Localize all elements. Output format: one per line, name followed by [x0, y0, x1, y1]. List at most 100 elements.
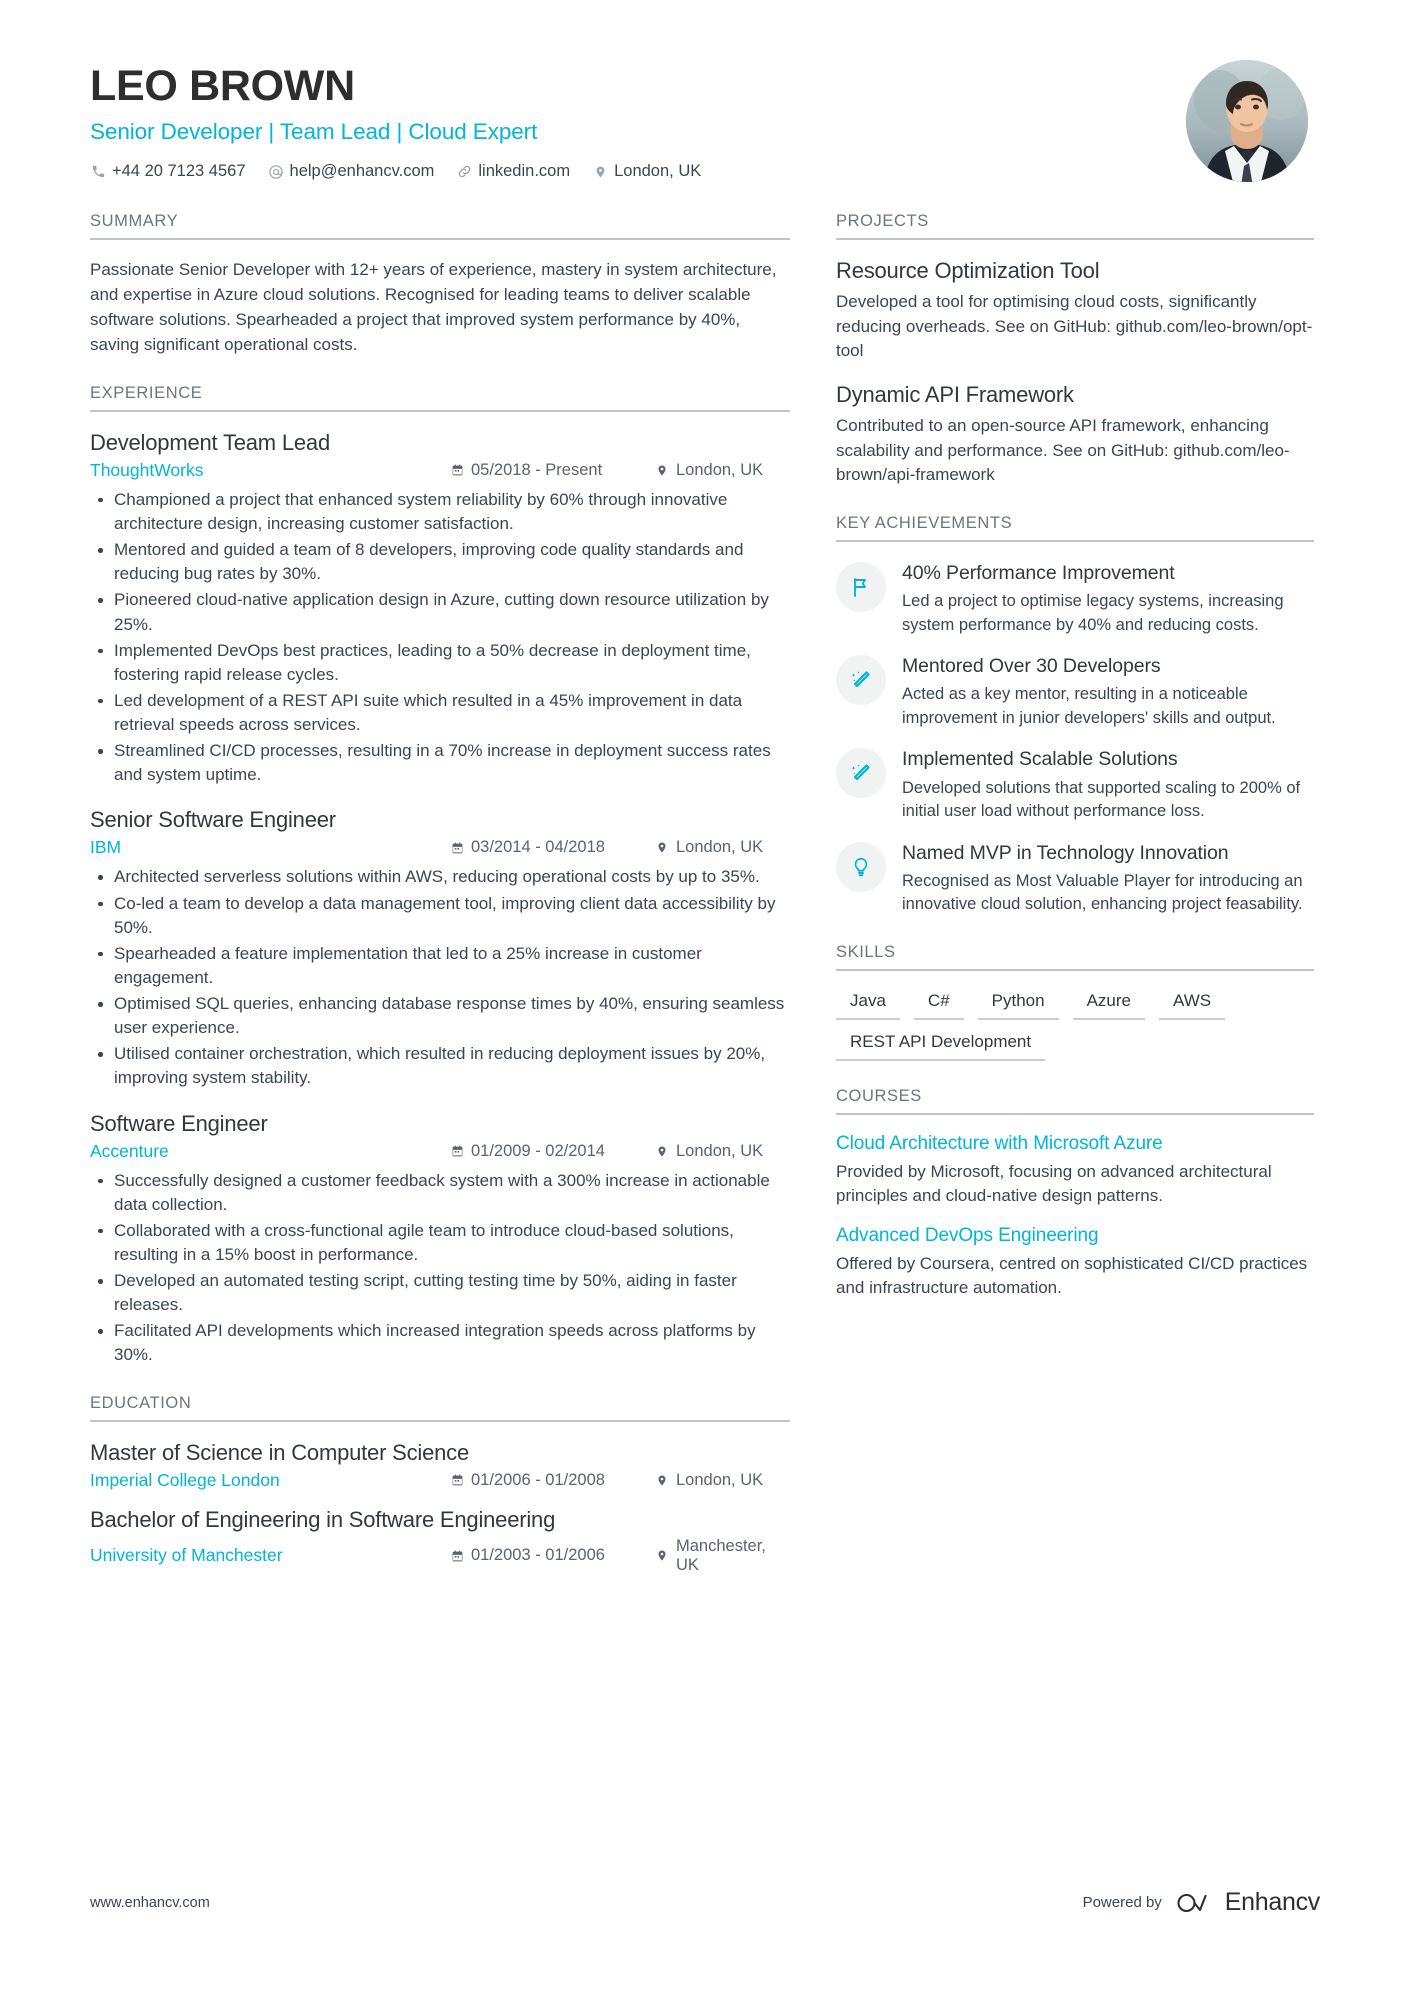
list-item: Spearheaded a feature implementation tha… — [90, 942, 790, 990]
summary-text: Passionate Senior Developer with 12+ yea… — [90, 260, 777, 354]
achievement-entry: Mentored Over 30 Developers Acted as a k… — [836, 653, 1314, 730]
projects-heading: PROJECTS — [836, 212, 1314, 240]
section-summary: SUMMARY Passionate Senior Developer with… — [90, 212, 790, 358]
enhancv-logo: Enhancv — [1176, 1888, 1320, 1917]
education-entry: Bachelor of Engineering in Software Engi… — [90, 1507, 790, 1575]
list-item: Implemented DevOps best practices, leadi… — [90, 639, 790, 687]
summary-heading: SUMMARY — [90, 212, 790, 240]
education-location: Manchester, UK — [655, 1537, 790, 1575]
footer-branding: Powered by Enhancv — [1083, 1888, 1321, 1917]
experience-entry: Senior Software Engineer IBM 03/2014 - 0… — [90, 807, 790, 1090]
list-item: Architected serverless solutions within … — [90, 865, 790, 889]
enhancv-wordmark: Enhancv — [1224, 1888, 1321, 1916]
footer-url[interactable]: www.enhancv.com — [90, 1895, 210, 1911]
location-icon — [655, 1144, 669, 1159]
list-item: Optimised SQL queries, enhancing databas… — [90, 992, 790, 1040]
course-description: Provided by Microsoft, focusing on advan… — [836, 1161, 1272, 1206]
job-date-text: 03/2014 - 04/2018 — [471, 838, 605, 857]
education-meta: University of Manchester 01/2003 - 01/20… — [90, 1537, 790, 1575]
link-icon — [456, 164, 472, 180]
education-meta: Imperial College London 01/2006 - 01/200… — [90, 1470, 790, 1491]
project-name: Dynamic API Framework — [836, 381, 1074, 407]
skill-tag: Azure — [1072, 989, 1146, 1020]
list-item: Collaborated with a cross-functional agi… — [90, 1219, 790, 1267]
right-column: PROJECTS Resource Optimization Tool Deve… — [836, 212, 1314, 1327]
job-date: 03/2014 - 04/2018 — [450, 838, 655, 857]
job-title: Development Team Lead — [90, 429, 330, 455]
achievement-entry: Named MVP in Technology Innovation Recog… — [836, 840, 1314, 917]
achievement-title: Implemented Scalable Solutions — [902, 748, 1178, 771]
education-heading: EDUCATION — [90, 1394, 790, 1422]
resume-body: SUMMARY Passionate Senior Developer with… — [90, 212, 1320, 1601]
contact-location-text: London, UK — [614, 162, 702, 181]
location-icon — [592, 164, 608, 180]
contact-linkedin-text: linkedin.com — [478, 162, 571, 181]
education-date-text: 01/2003 - 01/2006 — [471, 1546, 605, 1565]
section-experience: EXPERIENCE Development Team Lead Thought… — [90, 384, 790, 1368]
job-company[interactable]: Accenture — [90, 1141, 450, 1162]
education-date-text: 01/2006 - 01/2008 — [471, 1470, 605, 1489]
header-role: Senior Developer | Team Lead | Cloud Exp… — [90, 119, 538, 145]
skills-list: Java C# Python Azure AWS REST API Develo… — [836, 989, 1314, 1061]
job-date: 01/2009 - 02/2014 — [450, 1142, 655, 1161]
achievement-body: Named MVP in Technology Innovation Recog… — [902, 840, 1314, 917]
avatar — [1186, 60, 1308, 182]
calendar-icon — [450, 1144, 464, 1159]
achievement-title: 40% Performance Improvement — [902, 561, 1175, 584]
page-title: LEO BROWN — [90, 62, 355, 110]
job-title: Software Engineer — [90, 1110, 268, 1136]
achievements-heading: KEY ACHIEVEMENTS — [836, 514, 1314, 542]
skill-tag: C# — [913, 989, 964, 1020]
education-location: London, UK — [655, 1471, 790, 1490]
education-date: 01/2003 - 01/2006 — [450, 1546, 655, 1565]
achievement-title: Named MVP in Technology Innovation — [902, 841, 1229, 864]
resume-page: LEO BROWN Senior Developer | Team Lead |… — [0, 0, 1410, 1995]
course-name[interactable]: Cloud Architecture with Microsoft Azure — [836, 1133, 1314, 1155]
education-school[interactable]: University of Manchester — [90, 1545, 450, 1566]
list-item: Utilised container orchestration, which … — [90, 1042, 790, 1090]
skill-tag: Python — [977, 989, 1059, 1020]
contact-email[interactable]: help@enhancv.com — [268, 162, 434, 181]
education-date: 01/2006 - 01/2008 — [450, 1471, 655, 1490]
skill-tag: REST API Development — [836, 1030, 1046, 1061]
magic-wand-icon — [836, 655, 886, 706]
calendar-icon — [450, 463, 464, 478]
project-name: Resource Optimization Tool — [836, 258, 1100, 283]
education-school[interactable]: Imperial College London — [90, 1470, 450, 1491]
skill-tag: AWS — [1159, 989, 1226, 1020]
job-meta: IBM 03/2014 - 04/2018 London, UK — [90, 837, 790, 858]
job-title: Senior Software Engineer — [90, 807, 336, 833]
experience-entry: Software Engineer Accenture 01/2009 - 02… — [90, 1111, 790, 1368]
contact-phone[interactable]: +44 20 7123 4567 — [90, 162, 246, 181]
location-icon — [655, 840, 669, 855]
course-entry: Cloud Architecture with Microsoft Azure … — [836, 1133, 1314, 1209]
phone-icon — [90, 164, 106, 180]
location-icon — [655, 463, 669, 478]
job-company[interactable]: IBM — [90, 837, 450, 858]
list-item: Co-led a team to develop a data manageme… — [90, 892, 790, 940]
section-education: EDUCATION Master of Science in Computer … — [90, 1394, 790, 1575]
job-date-text: 01/2009 - 02/2014 — [471, 1141, 605, 1160]
course-entry: Advanced DevOps Engineering Offered by C… — [836, 1225, 1314, 1301]
achievement-title: Mentored Over 30 Developers — [902, 655, 1161, 678]
project-description: Developed a tool for optimising cloud co… — [836, 292, 1313, 361]
job-location: London, UK — [655, 461, 790, 480]
course-name[interactable]: Advanced DevOps Engineering — [836, 1225, 1314, 1247]
job-date: 05/2018 - Present — [450, 461, 655, 480]
course-description: Offered by Coursera, centred on sophisti… — [836, 1253, 1308, 1298]
calendar-icon — [450, 1473, 464, 1488]
contact-linkedin[interactable]: linkedin.com — [456, 162, 570, 181]
job-company[interactable]: ThoughtWorks — [90, 460, 450, 481]
calendar-icon — [450, 1548, 464, 1563]
section-courses: COURSES Cloud Architecture with Microsof… — [836, 1087, 1314, 1301]
education-location-text: Manchester, UK — [676, 1536, 766, 1574]
skills-heading: SKILLS — [836, 943, 1314, 971]
job-bullets: Championed a project that enhanced syste… — [90, 488, 790, 788]
achievement-body: 40% Performance Improvement Led a projec… — [902, 560, 1314, 637]
experience-heading: EXPERIENCE — [90, 384, 790, 412]
achievement-entry: 40% Performance Improvement Led a projec… — [836, 560, 1314, 637]
achievement-description: Developed solutions that supported scali… — [902, 778, 1301, 821]
job-bullets: Successfully designed a customer feedbac… — [90, 1169, 790, 1368]
job-date-text: 05/2018 - Present — [471, 460, 603, 479]
calendar-icon — [450, 840, 464, 855]
